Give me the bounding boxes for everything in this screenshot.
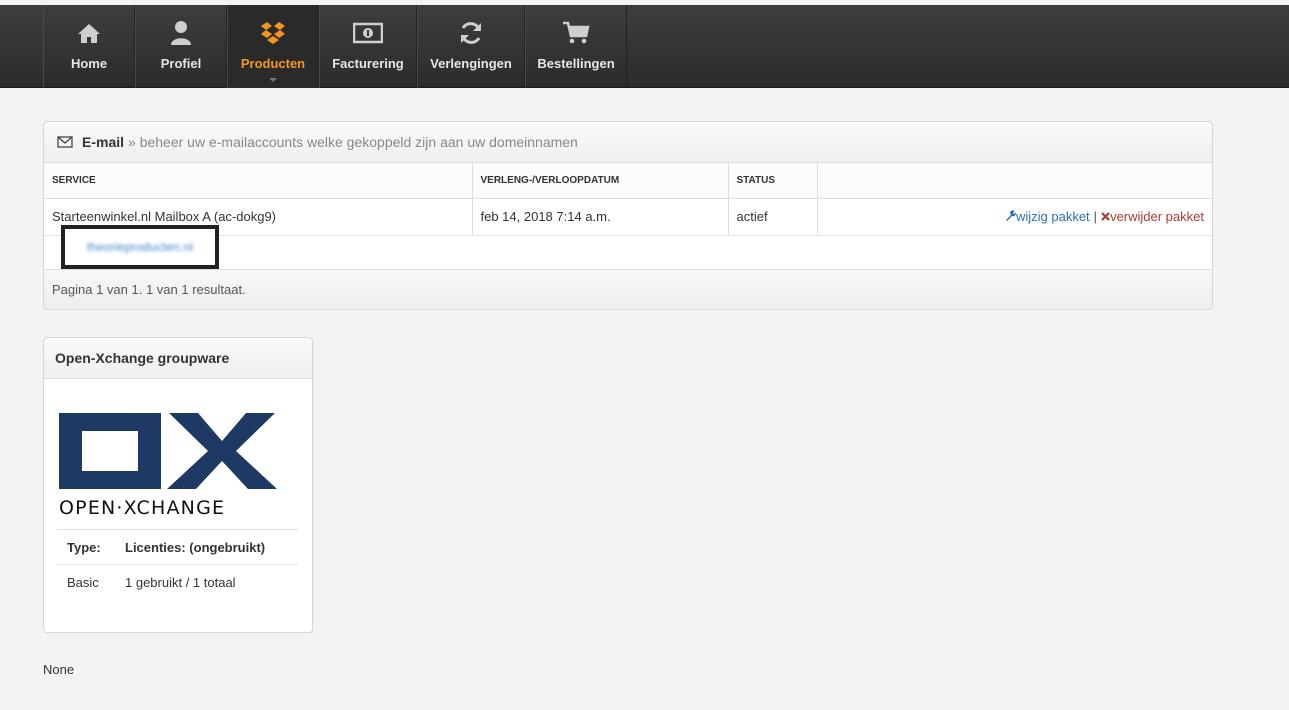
- open-xchange-logo: OPEN·XCHANGE: [59, 413, 281, 524]
- delete-package-link[interactable]: verwijder pakket: [1101, 209, 1204, 224]
- nav-item-facturering[interactable]: Facturering: [319, 5, 417, 88]
- date-cell: feb 14, 2018 7:14 a.m.: [472, 198, 729, 236]
- table-row: Starteenwinkel.nl Mailbox A (ac-dokg9) f…: [44, 198, 1212, 236]
- refresh-icon: [458, 19, 484, 47]
- domain-link[interactable]: theorieproducten.nl: [87, 240, 194, 254]
- ox-panel-title: Open-Xchange groupware: [44, 338, 312, 379]
- email-panel-header: E-mail » beheer uw e-mailaccounts welke …: [44, 122, 1212, 163]
- highlighted-domain-box: theorieproducten.nl: [61, 225, 219, 269]
- column-header-actions: [817, 163, 1212, 199]
- delete-package-label: verwijder pakket: [1110, 209, 1204, 224]
- email-panel: E-mail » beheer uw e-mailaccounts welke …: [43, 121, 1213, 310]
- table-header-row: SERVICE VERLENG-/VERLOOPDATUM STATUS: [44, 163, 1212, 199]
- user-icon: [170, 19, 192, 47]
- table-row: Basic 1 gebruikt / 1 totaal: [57, 564, 298, 599]
- email-table: SERVICE VERLENG-/VERLOOPDATUM STATUS Sta…: [44, 163, 1212, 271]
- ox-type-value: Basic: [67, 574, 99, 590]
- status-cell: actief: [728, 198, 818, 236]
- domain-row: [44, 235, 1212, 271]
- column-header-date[interactable]: VERLENG-/VERLOOPDATUM: [472, 163, 729, 199]
- ox-table-header: Type: Licenties: (ongebruikt): [57, 529, 298, 564]
- ox-panel: Open-Xchange groupware OPEN·XCHANGE Type…: [43, 337, 313, 633]
- pagination-text: Pagina 1 van 1. 1 van 1 resultaat.: [52, 282, 246, 297]
- main-nav: Home Profiel Producten Facturering Verle…: [43, 5, 627, 88]
- nav-item-bestellingen[interactable]: Bestellingen: [525, 5, 627, 88]
- pagination-footer: Pagina 1 van 1. 1 van 1 resultaat.: [44, 269, 1212, 309]
- column-header-status[interactable]: STATUS: [728, 163, 818, 199]
- active-caret-icon: [269, 78, 277, 82]
- nav-item-producten[interactable]: Producten: [227, 5, 319, 88]
- nav-label-profiel: Profiel: [160, 56, 202, 71]
- nav-item-home[interactable]: Home: [43, 5, 135, 88]
- email-panel-subtitle: » beheer uw e-mailaccounts welke gekoppe…: [128, 134, 578, 150]
- nav-label-producten: Producten: [240, 56, 306, 71]
- top-navigation-bar: Home Profiel Producten Facturering Verle…: [0, 5, 1289, 88]
- dropbox-icon: [260, 19, 286, 47]
- email-panel-title: E-mail: [82, 134, 125, 150]
- close-icon: [1101, 212, 1110, 221]
- ox-licenses-value: 1 gebruikt / 1 totaal: [125, 574, 236, 590]
- ox-licenses-header: Licenties: (ongebruikt): [125, 539, 266, 555]
- domain-cell: [44, 235, 1212, 271]
- nav-label-bestellingen: Bestellingen: [537, 56, 615, 71]
- envelope-icon: [57, 136, 73, 148]
- home-icon: [77, 19, 101, 47]
- nav-label-verlengingen: Verlengingen: [430, 56, 512, 71]
- actions-cell: wijzig pakket | verwijder pakket: [817, 198, 1212, 236]
- action-separator: |: [1093, 209, 1098, 224]
- edit-package-label: wijzig pakket: [1015, 209, 1090, 224]
- edit-package-link[interactable]: wijzig pakket: [1005, 209, 1090, 224]
- footer-none-text: None: [43, 662, 75, 677]
- nav-label-facturering: Facturering: [332, 56, 404, 71]
- nav-item-profiel[interactable]: Profiel: [135, 5, 227, 88]
- column-header-service[interactable]: SERVICE: [44, 163, 473, 199]
- wrench-icon: [1005, 210, 1016, 221]
- ox-type-header: Type:: [67, 539, 101, 555]
- ox-logo-text: OPEN·XCHANGE: [59, 497, 225, 519]
- nav-label-home: Home: [70, 56, 108, 71]
- ox-license-table: Type: Licenties: (ongebruikt) Basic 1 ge…: [57, 529, 298, 599]
- banknote-icon: [353, 19, 383, 47]
- cart-icon: [562, 19, 590, 47]
- nav-item-verlengingen[interactable]: Verlengingen: [417, 5, 525, 88]
